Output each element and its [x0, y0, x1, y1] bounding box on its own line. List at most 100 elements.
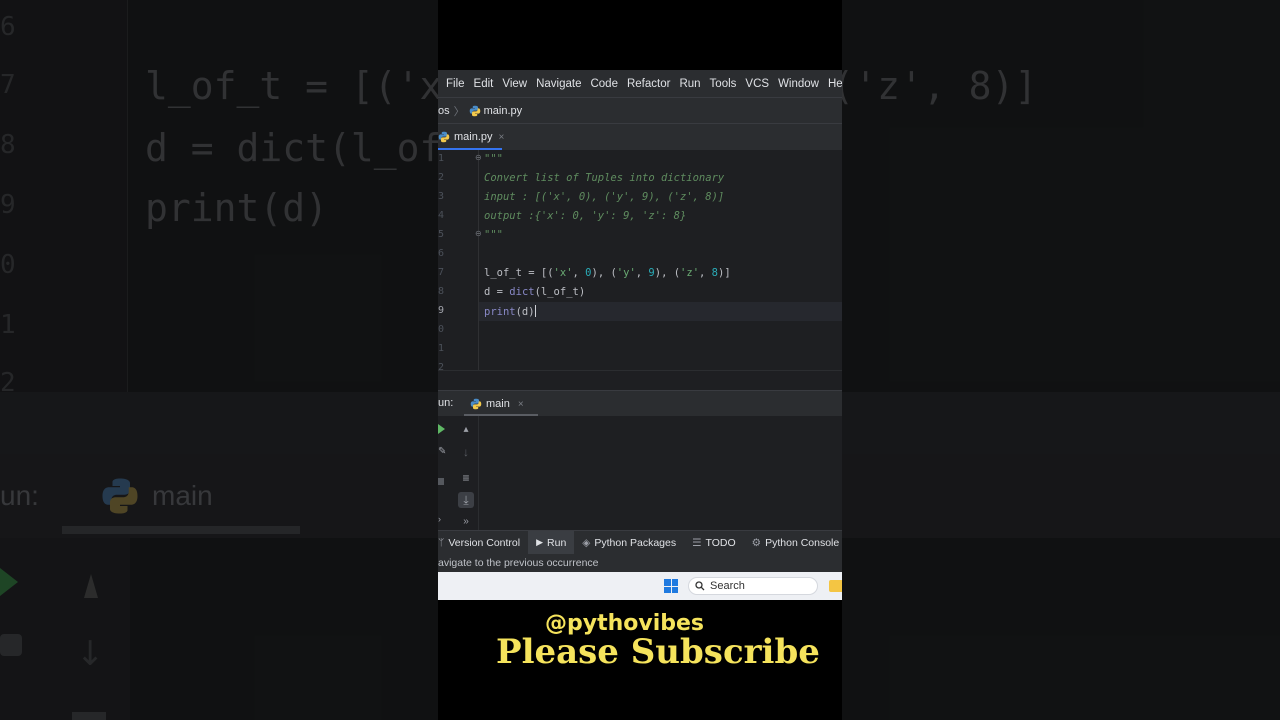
docstring-line: """ — [484, 229, 503, 241]
code-token: ), ( — [654, 267, 681, 279]
run-label: un: — [438, 397, 454, 409]
tool-python-console[interactable]: ⚙ Python Console — [744, 531, 842, 555]
cursor-icon: ▴ — [463, 424, 469, 435]
code-editor[interactable]: 1 2 3 4 5 6 7 8 9 0 1 2 ⊖ ⊖ """ Convert … — [438, 150, 842, 373]
string-token: 'x' — [553, 267, 573, 279]
line-number: 7 — [438, 267, 445, 278]
tab-main-py[interactable]: main.py × — [438, 124, 505, 151]
tool-window-bar: ᛘ Version Control ▶ Run ◈ Python Package… — [438, 530, 842, 555]
menu-bar: File Edit View Navigate Code Refactor Ru… — [438, 70, 842, 97]
line-gutter: 1 2 3 4 5 6 7 8 9 0 1 2 ⊖ ⊖ — [438, 150, 482, 373]
list-icon: ☰ — [692, 536, 702, 549]
line-number: 2 — [438, 172, 445, 183]
menu-view[interactable]: View — [502, 78, 527, 90]
menu-tools[interactable]: Tools — [710, 78, 737, 90]
python-console-icon: ⚙ — [751, 536, 762, 549]
menu-code[interactable]: Code — [590, 78, 618, 90]
python-file-icon — [438, 131, 450, 143]
docstring-line: """ — [484, 153, 503, 165]
tool-label: Run — [547, 536, 567, 549]
run-tab-label: main — [486, 398, 510, 410]
line-number: 4 — [438, 210, 445, 221]
run-toolbar: ▴ ↓ ≡ ⤓ » — [452, 416, 479, 530]
tool-todo[interactable]: ☰ TODO — [684, 531, 744, 555]
menu-window[interactable]: Window — [778, 78, 819, 90]
line-number: 1 — [438, 153, 445, 164]
docstring-line: input : [('x', 0), ('y', 9), ('z', 8)] — [484, 191, 725, 203]
line-number: 5 — [438, 229, 445, 240]
menu-edit[interactable]: Edit — [474, 78, 494, 90]
code-token: l_of_t = [( — [484, 267, 554, 279]
menu-refactor[interactable]: Refactor — [627, 78, 670, 90]
code-token: d = — [484, 286, 510, 298]
builtin-token: dict — [509, 286, 535, 298]
search-icon — [695, 581, 705, 591]
breadcrumb: os 〉 main.py — [438, 97, 842, 123]
code-line-8: d = dict(l_of_t) — [484, 286, 585, 298]
tool-version-control[interactable]: ᛘ Version Control — [438, 531, 528, 555]
pycharm-window: File Edit View Navigate Code Refactor Ru… — [438, 70, 842, 600]
tool-label: TODO — [705, 536, 736, 549]
menu-vcs[interactable]: VCS — [745, 78, 769, 90]
string-token: 'z' — [680, 267, 700, 279]
menu-navigate[interactable]: Navigate — [536, 78, 581, 90]
code-token: , — [572, 267, 586, 279]
code-token: (d) — [515, 306, 535, 318]
video-frame: File Edit View Navigate Code Refactor Ru… — [438, 0, 842, 720]
wrench-icon[interactable]: ✎ — [438, 446, 446, 457]
search-placeholder: Search — [710, 580, 745, 592]
status-text: avigate to the previous occurrence — [438, 557, 599, 569]
menu-run[interactable]: Run — [679, 78, 700, 90]
code-token: ), ( — [591, 267, 617, 279]
tool-label: Version Control — [448, 536, 521, 549]
breadcrumb-file[interactable]: main.py — [484, 105, 523, 117]
soft-wrap-icon[interactable]: ≡ — [458, 470, 474, 486]
fold-marker-icon[interactable]: ⊖ — [475, 229, 482, 238]
close-icon[interactable]: × — [518, 399, 524, 410]
menu-file[interactable]: File — [446, 78, 465, 90]
editor-tabs: main.py × — [438, 123, 842, 151]
down-arrow-icon[interactable]: ↓ — [458, 444, 474, 460]
layers-icon: ◈ — [582, 536, 591, 549]
close-icon[interactable]: × — [499, 132, 505, 143]
fold-marker-icon[interactable]: ⊖ — [475, 153, 482, 162]
scroll-to-end-icon[interactable]: ⤓ — [458, 492, 474, 508]
python-file-icon — [469, 105, 481, 117]
more-icon[interactable]: » — [458, 514, 474, 530]
text-caret — [534, 305, 536, 317]
chevron-right-icon: 〉 — [453, 105, 465, 118]
stop-icon[interactable] — [438, 478, 444, 485]
breadcrumb-project[interactable]: os — [438, 105, 450, 117]
expand-icon[interactable]: › — [438, 514, 441, 524]
line-number: 3 — [438, 191, 445, 202]
code-line-9: print(d) — [484, 305, 536, 318]
windows-taskbar: Search — [438, 572, 842, 600]
run-tab-main[interactable]: main × — [464, 391, 538, 417]
code-token: , — [635, 267, 649, 279]
line-number: 6 — [438, 248, 445, 259]
code-token: , — [699, 267, 712, 279]
run-icon: ▶ — [536, 537, 544, 547]
windows-start-icon[interactable] — [664, 579, 678, 593]
python-icon — [470, 398, 482, 410]
tab-label: main.py — [454, 131, 493, 143]
run-panel-header: un: main × — [438, 390, 842, 417]
run-output-panel[interactable]: ✎ › ▴ ↓ ≡ ⤓ » — [438, 416, 842, 530]
tool-run[interactable]: ▶ Run — [528, 530, 575, 555]
taskbar-search[interactable]: Search — [688, 577, 818, 595]
tool-label: Python Console — [765, 536, 840, 549]
string-token: 'y' — [616, 267, 636, 279]
menu-help[interactable]: Help — [828, 78, 842, 90]
docstring-line: output :{'x': 0, 'y': 9, 'z': 8} — [484, 210, 687, 222]
line-number: 8 — [438, 286, 445, 297]
subscribe-banner: Please Subscribe — [496, 632, 820, 672]
file-explorer-icon[interactable] — [829, 580, 842, 592]
tool-label: Python Packages — [594, 536, 677, 549]
code-token: )] — [718, 267, 731, 279]
current-line-number: 9 — [438, 305, 445, 316]
line-number: 1 — [438, 343, 445, 354]
status-bar: avigate to the previous occurrence — [438, 554, 842, 572]
rerun-icon[interactable] — [438, 424, 445, 434]
editor-horizontal-scroll[interactable] — [438, 370, 842, 391]
tool-python-packages[interactable]: ◈ Python Packages — [574, 531, 684, 555]
